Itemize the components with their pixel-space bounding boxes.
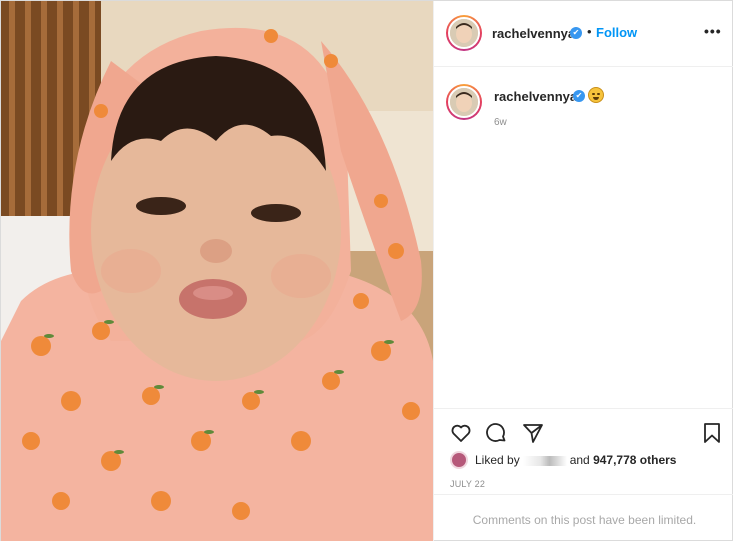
heart-icon[interactable]: [449, 421, 473, 445]
paper-plane-icon[interactable]: [521, 421, 545, 445]
post-actions: Liked by and 947,778 others JULY 22: [434, 408, 733, 494]
author-username[interactable]: rachelvennya: [492, 26, 575, 41]
verified-badge-icon: ✔: [570, 27, 582, 39]
author-avatar-image: [448, 17, 480, 49]
author-avatar[interactable]: [446, 15, 482, 51]
separator-dot: •: [587, 24, 592, 39]
liked-by-avatar[interactable]: [450, 451, 468, 469]
caption-avatar-image: [448, 86, 480, 118]
caption-avatar[interactable]: [446, 84, 482, 120]
baby-photo-illustration: [1, 1, 433, 541]
post-header: rachelvennya ✔ • Follow •••: [434, 1, 733, 67]
liked-by-text: Liked by and 947,778 others: [475, 453, 676, 467]
liked-by-and: and: [569, 453, 590, 467]
post-photo[interactable]: [1, 1, 433, 541]
post-time-ago[interactable]: 6w: [494, 117, 507, 128]
comment-bubble-icon[interactable]: [484, 421, 508, 445]
post-side-panel: rachelvennya ✔ • Follow ••• rachelvennya…: [433, 1, 733, 541]
caption-username[interactable]: rachelvennya: [494, 89, 577, 104]
instagram-post: rachelvennya ✔ • Follow ••• rachelvennya…: [0, 0, 733, 541]
liked-by-prefix: Liked by: [475, 453, 520, 467]
more-options-icon[interactable]: •••: [704, 23, 722, 39]
post-date[interactable]: JULY 22: [450, 479, 485, 489]
liked-by-username-redacted[interactable]: [522, 455, 567, 466]
likes-count-link[interactable]: 947,778 others: [593, 453, 676, 467]
comments-limited-notice: Comments on this post have been limited.: [472, 513, 697, 527]
follow-button[interactable]: Follow: [596, 25, 637, 40]
verified-badge-icon: ✔: [573, 90, 585, 102]
grimacing-face-emoji-icon: [588, 87, 604, 103]
bookmark-icon[interactable]: [700, 421, 724, 445]
comments-area: Comments on this post have been limited.: [434, 494, 733, 541]
